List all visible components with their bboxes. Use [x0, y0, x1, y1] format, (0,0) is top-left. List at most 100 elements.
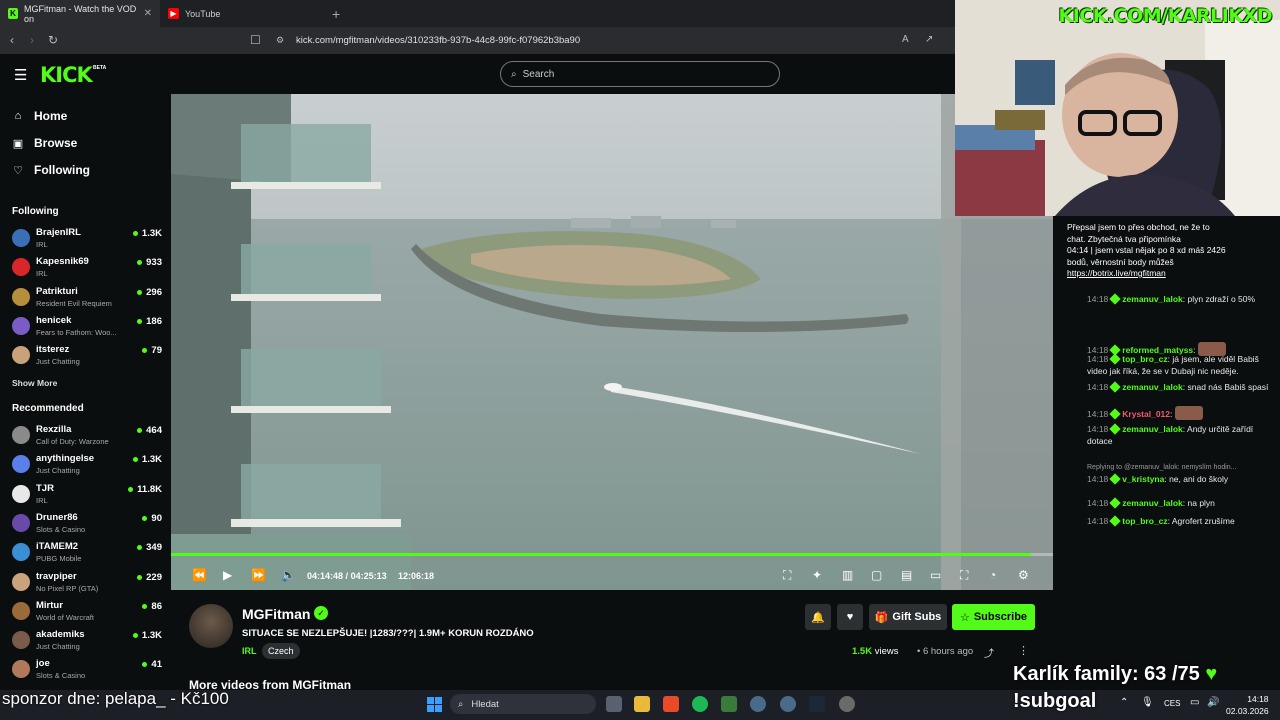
theater-icon[interactable]: ▭: [930, 568, 941, 582]
kick-logo[interactable]: KICK: [40, 63, 93, 87]
clip-icon[interactable]: ⛶: [783, 568, 791, 583]
channel-category: Just Chatting: [36, 466, 80, 476]
channel-row[interactable]: joe Slots & Casino 41: [12, 656, 162, 685]
channel-row[interactable]: travpiper No Pixel RP (GTA) 229: [12, 569, 162, 598]
viewer-number: 1.3K: [141, 454, 162, 466]
chat-username[interactable]: v_kristyna: [1122, 474, 1164, 484]
play-icon[interactable]: ▶: [223, 568, 232, 582]
app-icon[interactable]: [721, 696, 737, 712]
channel-row[interactable]: Mirtur World of Warcraft 86: [12, 598, 162, 627]
channel-avatar[interactable]: [189, 604, 233, 648]
chat-username[interactable]: zemanuv_lalok: [1122, 294, 1182, 304]
menu-icon[interactable]: ☰: [14, 66, 27, 84]
channel-row[interactable]: Rexzilla Call of Duty: Warzone 464: [12, 422, 162, 451]
language-tag[interactable]: Czech: [262, 643, 300, 659]
live-dot-icon: [137, 545, 143, 551]
bell-icon: 🔔: [811, 611, 825, 624]
sparkle-icon[interactable]: ✦: [812, 568, 822, 582]
reload-icon[interactable]: ↻: [48, 33, 58, 47]
file-explorer-icon[interactable]: [634, 696, 650, 712]
fast-forward-icon[interactable]: ⏩: [251, 568, 266, 582]
app-icon[interactable]: [780, 696, 796, 712]
spotify-icon[interactable]: [692, 696, 708, 712]
pinned-line: 04:14 | jsem vstal nějak po 8 xd máš 242…: [1067, 245, 1226, 255]
tray-chevron-icon[interactable]: ⌃: [1120, 697, 1128, 708]
keyboard-language[interactable]: CES: [1164, 699, 1180, 708]
speed-icon[interactable]: ◔: [989, 568, 996, 582]
nav-following[interactable]: ♡ Following: [12, 163, 90, 177]
channel-row[interactable]: akademiks Just Chatting 1.3K: [12, 627, 162, 656]
tab-kick[interactable]: K MGFitman - Watch the VOD on ✕: [0, 0, 160, 27]
message-time: 14:18: [1087, 498, 1109, 508]
kick-channel-overlay: KICK.COM/KARLIKXD: [1058, 5, 1273, 27]
volume-tray-icon[interactable]: 🔊: [1207, 697, 1219, 708]
windows-start-icon[interactable]: [427, 697, 442, 712]
channel-row[interactable]: itsterez Just Chatting 79: [12, 342, 162, 371]
chat-username[interactable]: zemanuv_lalok: [1122, 424, 1182, 434]
bookmark-icon[interactable]: ☐: [250, 33, 261, 47]
channel-row[interactable]: Patrikturi Resident Evil Requiem 296: [12, 284, 162, 313]
viewer-count: 1.3K: [132, 228, 162, 239]
more-options-icon[interactable]: ⋮: [1018, 644, 1029, 657]
message-text: Agrofert zrušíme: [1171, 516, 1235, 526]
site-info-icon[interactable]: ⚙: [276, 35, 284, 46]
network-icon[interactable]: ▭: [1190, 697, 1199, 708]
video-player[interactable]: [171, 94, 1053, 590]
channel-row[interactable]: anythingelse Just Chatting 1.3K: [12, 451, 162, 480]
miniplayer-icon[interactable]: ▢: [871, 568, 882, 582]
new-tab-button[interactable]: +: [320, 6, 352, 22]
nav-browse[interactable]: ▣ Browse: [12, 136, 78, 150]
avatar: [12, 572, 30, 591]
taskbar-search[interactable]: ⌕ Hledat: [450, 694, 596, 714]
progress-bar[interactable]: [171, 553, 1053, 556]
chat-username[interactable]: zemanuv_lalok: [1122, 498, 1182, 508]
rewind-icon[interactable]: ⏪: [192, 568, 207, 582]
pinned-link[interactable]: https://botrix.live/mgfitman: [1067, 268, 1166, 278]
subscribe-button[interactable]: ☆ Subscribe: [952, 604, 1035, 630]
close-tab-icon[interactable]: ✕: [144, 8, 152, 19]
app-icon[interactable]: [839, 696, 855, 712]
task-view-icon[interactable]: [606, 696, 622, 712]
translate-icon[interactable]: A: [902, 34, 909, 45]
chat-username[interactable]: zemanuv_lalok: [1122, 382, 1182, 392]
steam-icon[interactable]: [809, 696, 825, 712]
channel-category: Resident Evil Requiem: [36, 298, 112, 308]
chat-username[interactable]: top_bro_cz: [1122, 354, 1167, 364]
volume-icon[interactable]: 🔈: [281, 568, 296, 582]
microphone-icon[interactable]: 🎙: [1141, 697, 1154, 708]
back-icon[interactable]: ‹: [10, 33, 14, 47]
avatar: [12, 660, 30, 679]
gift-subs-button[interactable]: 🎁 Gift Subs: [869, 604, 947, 630]
channel-row[interactable]: Kapesnik69 IRL 933: [12, 254, 162, 283]
channel-row[interactable]: BrajenIRL IRL 1.3K: [12, 225, 162, 254]
channel-row[interactable]: iTAMEM2 PUBG Mobile 349: [12, 539, 162, 568]
app-icon[interactable]: [750, 696, 766, 712]
chat-username[interactable]: top_bro_cz: [1122, 516, 1167, 526]
system-clock[interactable]: 14:18 02.03.2026: [1226, 693, 1269, 717]
chat-username[interactable]: Krystal_012: [1122, 409, 1170, 419]
channel-row[interactable]: TJR IRL 11.8K: [12, 481, 162, 510]
stats-icon[interactable]: ▥: [842, 568, 853, 582]
viewer-count: 296: [137, 287, 162, 298]
notification-bell-button[interactable]: 🔔: [805, 604, 831, 630]
share-icon[interactable]: ⤴: [984, 645, 994, 660]
settings-gear-icon[interactable]: ⚙: [1018, 568, 1029, 582]
pip-icon[interactable]: ▤: [901, 568, 912, 582]
follow-button[interactable]: ♥: [837, 604, 863, 630]
tab-youtube[interactable]: ▶ YouTube: [160, 0, 320, 27]
sub-badge-icon: [1109, 381, 1121, 393]
url-text[interactable]: kick.com/mgfitman/videos/310233fb-937b-4…: [296, 35, 580, 46]
brave-browser-icon[interactable]: [663, 696, 679, 712]
channel-row[interactable]: Druner86 Slots & Casino 90: [12, 510, 162, 539]
channel-row[interactable]: henicek Fears to Fathom: Woo... 186: [12, 313, 162, 342]
fullscreen-icon[interactable]: ⛶: [960, 568, 968, 583]
nav-home[interactable]: ⌂ Home: [12, 109, 68, 123]
search-input[interactable]: ⌕ Search: [500, 61, 780, 87]
share-page-icon[interactable]: ↗: [925, 34, 933, 45]
channel-name: Mirtur: [36, 599, 63, 611]
channel-name[interactable]: MGFitman: [242, 606, 310, 622]
show-more-link[interactable]: Show More: [12, 378, 57, 388]
category-link[interactable]: IRL: [242, 646, 257, 656]
progress-fill: [171, 553, 1031, 556]
forward-icon[interactable]: ›: [30, 33, 34, 47]
